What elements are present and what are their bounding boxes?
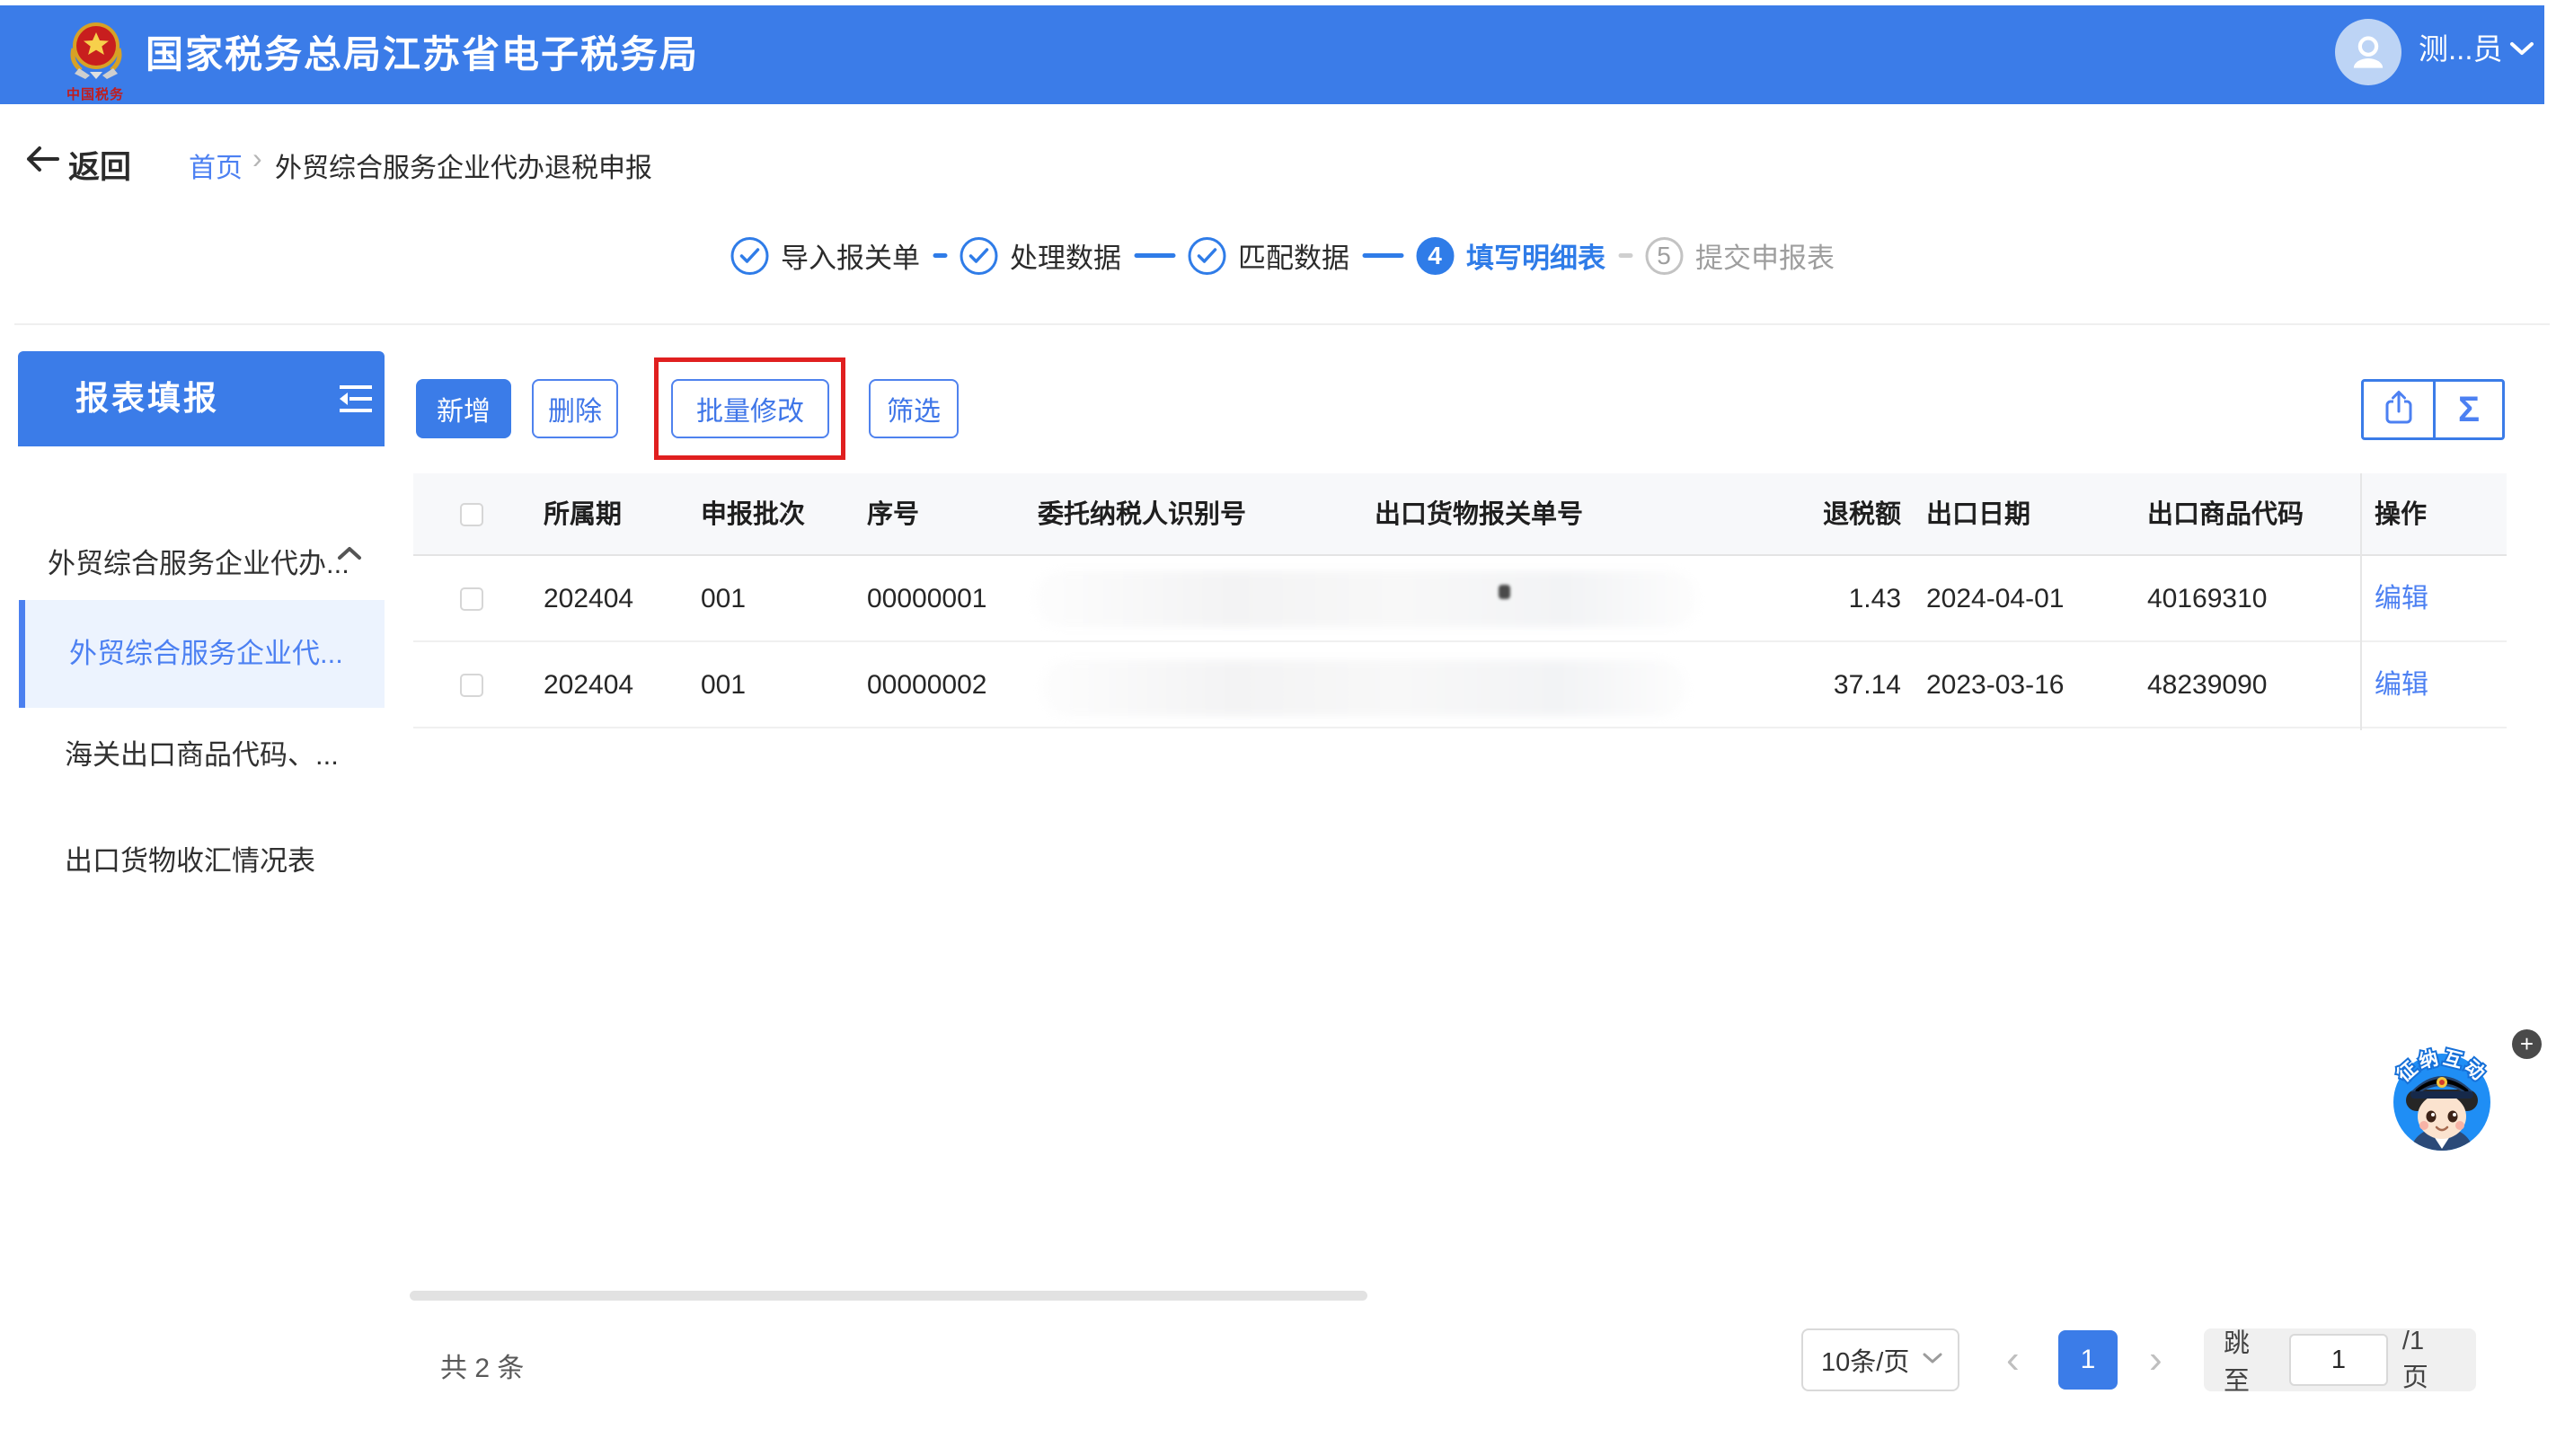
table-row: 202404 001 00000001 1.43 2024-04-01 4016… (413, 556, 2507, 642)
page-size-select[interactable]: 10条/页 (1801, 1328, 1959, 1391)
cell-commodity-code: 48239090 (2147, 642, 2267, 728)
step-1-check-icon (730, 237, 768, 275)
cell-seq: 00000001 (867, 556, 986, 642)
cell-export-date: 2023-03-16 (1926, 642, 2064, 728)
detail-table: 所属期 申报批次 序号 委托纳税人识别号 出口货物报关单号 退税额 出口日期 出… (413, 473, 2507, 728)
step-3-label: 匹配数据 (1238, 235, 1349, 276)
sigma-icon: Σ (2458, 390, 2480, 430)
cell-refund: 37.14 (1752, 642, 1901, 728)
add-button[interactable]: 新增 (416, 379, 511, 438)
sidebar-title: 报表填报 (75, 351, 219, 446)
redaction-mark (1499, 585, 1510, 599)
export-icon (2382, 390, 2416, 430)
cell-batch: 001 (701, 642, 746, 728)
col-seq: 序号 (867, 473, 919, 556)
plus-icon: + (2520, 1030, 2534, 1058)
summary-button[interactable]: Σ (2433, 382, 2502, 437)
back-button[interactable]: 返回 (68, 142, 131, 188)
col-action: 操作 (2375, 473, 2427, 556)
current-page-button[interactable]: 1 (2058, 1330, 2118, 1390)
total-pages: /1 页 (2402, 1327, 2456, 1394)
action-column-divider (2360, 473, 2362, 730)
col-taxpayer-id: 委托纳税人识别号 (1038, 473, 1246, 556)
chevron-down-icon[interactable] (2508, 40, 2535, 62)
breadcrumb-separator: › (252, 142, 262, 175)
delete-button[interactable]: 删除 (532, 379, 618, 438)
step-connector (1134, 253, 1175, 258)
cell-export-date: 2024-04-01 (1926, 556, 2064, 642)
jump-page-input[interactable]: 1 (2289, 1334, 2388, 1386)
cell-refund: 1.43 (1752, 556, 1901, 642)
filter-button[interactable]: 筛选 (869, 379, 959, 438)
redacted-taxpayer-id (1033, 571, 1698, 627)
row-checkbox[interactable] (460, 674, 483, 697)
step-connector (1362, 253, 1403, 258)
person-icon (2345, 29, 2392, 75)
step-2-check-icon (960, 237, 997, 275)
select-all-checkbox[interactable] (460, 503, 483, 526)
edit-link[interactable]: 编辑 (2375, 556, 2428, 642)
step-indicator: 导入报关单 处理数据 匹配数据 4 填写明细表 5 提交申报表 (730, 235, 1835, 276)
sidebar-item-customs-codes[interactable]: 海关出口商品代码、... (65, 732, 339, 772)
step-1-label: 导入报关单 (781, 235, 920, 276)
assistant-mascot-button[interactable]: 征纳互动 (2387, 1045, 2497, 1154)
step-5-label: 提交申报表 (1695, 235, 1835, 276)
tax-bureau-logo-icon (66, 16, 126, 85)
user-name[interactable]: 测...员 (2419, 0, 2503, 99)
table-tools: Σ (2361, 379, 2505, 440)
col-export-date: 出口日期 (1926, 473, 2030, 556)
table-header-row: 所属期 申报批次 序号 委托纳税人识别号 出口货物报关单号 退税额 出口日期 出… (413, 473, 2507, 556)
sidebar-item-active[interactable]: 外贸综合服务企业代... (19, 600, 385, 708)
mascot-icon: 征纳互动 (2387, 1045, 2497, 1154)
step-connector (933, 253, 947, 258)
horizontal-scrollbar-thumb[interactable] (410, 1291, 1367, 1301)
sidebar-header: 报表填报 (18, 351, 385, 446)
col-refund: 退税额 (1752, 473, 1901, 556)
step-2-label: 处理数据 (1010, 235, 1121, 276)
redacted-taxpayer-id (1040, 660, 1687, 716)
jump-to-label: 跳至 (2224, 1322, 2275, 1398)
cell-seq: 00000002 (867, 642, 986, 728)
cell-commodity-code: 40169310 (2147, 556, 2267, 642)
cell-period: 202404 (544, 556, 633, 642)
export-button[interactable] (2364, 382, 2433, 437)
batch-edit-button[interactable]: 批量修改 (671, 379, 829, 438)
edit-link[interactable]: 编辑 (2375, 642, 2428, 728)
page-size-value: 10条/页 (1821, 1341, 1909, 1379)
next-page-button[interactable]: › (2149, 1328, 2163, 1391)
step-4-label: 填写明细表 (1466, 235, 1605, 276)
active-indicator (19, 600, 25, 708)
page: 中国税务 国家税务总局江苏省电子税务局 测...员 返回 首页 › 外贸综合服务… (0, 0, 2565, 1456)
user-avatar[interactable] (2335, 19, 2401, 85)
mascot-expand-button[interactable]: + (2512, 1029, 2542, 1059)
top-bar: 中国税务 国家税务总局江苏省电子税务局 (0, 5, 2544, 104)
col-batch: 申报批次 (701, 473, 805, 556)
back-arrow-icon[interactable] (25, 146, 61, 177)
cell-period: 202404 (544, 642, 633, 728)
breadcrumb-current: 外贸综合服务企业代办退税申报 (275, 146, 652, 185)
logo-caption: 中国税务 (52, 84, 138, 103)
prev-page-button[interactable]: ‹ (2006, 1328, 2020, 1391)
step-connector (1618, 253, 1632, 258)
col-declaration-no: 出口货物报关单号 (1375, 473, 1583, 556)
col-period: 所属期 (544, 473, 622, 556)
section-divider (14, 323, 2550, 325)
col-commodity-code: 出口商品代码 (2147, 473, 2304, 556)
cell-batch: 001 (701, 556, 746, 642)
sidebar-item-export-receipts[interactable]: 出口货物收汇情况表 (65, 838, 315, 878)
total-count: 共 2 条 (440, 1346, 524, 1385)
breadcrumb-home[interactable]: 首页 (189, 146, 243, 185)
row-checkbox[interactable] (460, 587, 483, 611)
chevron-up-icon[interactable] (336, 544, 363, 567)
step-3-check-icon (1188, 237, 1225, 275)
site-title: 国家税务总局江苏省电子税务局 (146, 5, 699, 104)
menu-fold-icon[interactable] (334, 381, 377, 421)
sidebar-item-label: 外贸综合服务企业代... (69, 600, 343, 708)
sidebar-group-label[interactable]: 外贸综合服务企业代办... (48, 541, 349, 581)
table-row: 202404 001 00000002 37.14 2023-03-16 482… (413, 642, 2507, 728)
step-5-number: 5 (1645, 237, 1683, 275)
step-4-number: 4 (1416, 237, 1454, 275)
chevron-down-icon (1922, 1351, 1943, 1370)
page-jump-group: 跳至 1 /1 页 (2204, 1328, 2476, 1391)
